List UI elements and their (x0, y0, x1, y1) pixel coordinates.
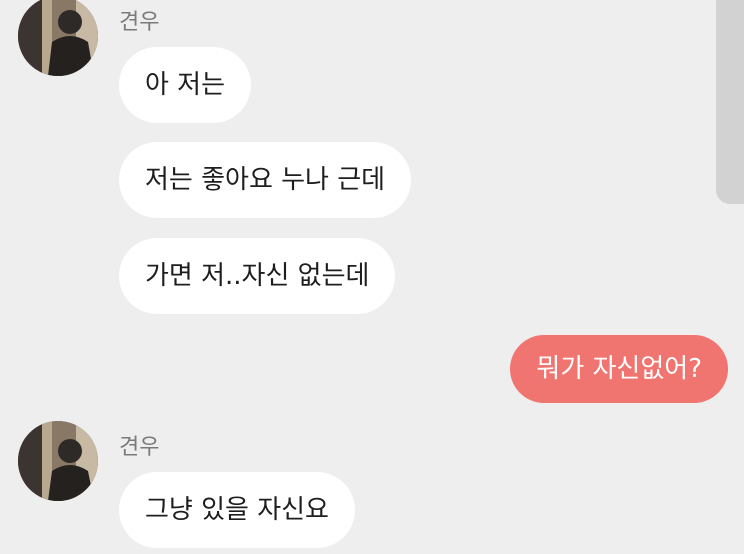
message-bubble-incoming[interactable]: 아 저는 (119, 47, 252, 123)
message-bubble-outgoing[interactable]: 뭐가 자신없어? (510, 335, 728, 403)
sender-name: 견우 (119, 10, 160, 35)
contact-avatar[interactable] (18, 421, 98, 501)
chat-screen: 견우 아 저는 저는 좋아요 누나 근데 가면 저..자신 없는데 뭐가 자신없… (0, 0, 744, 554)
scrollbar-thumb[interactable] (716, 0, 744, 204)
avatar-photo (18, 0, 98, 76)
sender-name: 견우 (119, 435, 160, 460)
message-bubble-incoming[interactable]: 그냥 있을 자신요 (119, 472, 355, 548)
avatar-photo (18, 421, 98, 501)
message-bubble-incoming[interactable]: 저는 좋아요 누나 근데 (119, 142, 412, 218)
message-bubble-incoming[interactable]: 가면 저..자신 없는데 (119, 238, 396, 314)
contact-avatar[interactable] (18, 0, 98, 76)
